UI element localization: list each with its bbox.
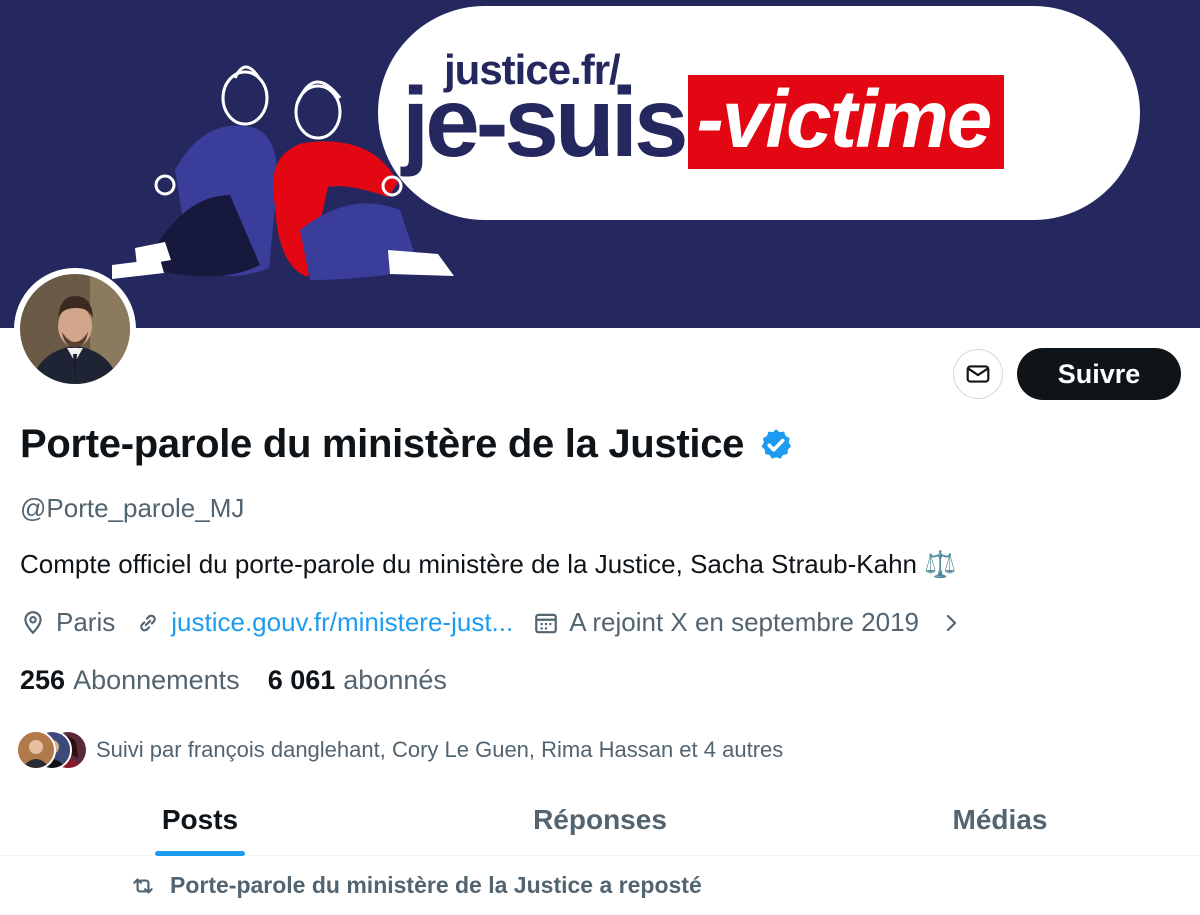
repost-icon [133,877,153,894]
message-button[interactable] [953,349,1003,399]
joined-text: A rejoint X en septembre 2019 [569,607,919,637]
website-link[interactable]: justice.gouv.fr/ministere-just... [171,607,513,638]
followers-label: abonnés [343,665,447,695]
tab-media-label: Médias [952,804,1048,835]
tab-posts-label: Posts [161,804,239,835]
followed-by-text: Suivi par françois danglehant, Cory Le G… [96,737,784,762]
banner-slogan-part2: -victime [688,75,1005,169]
mini-avatar [16,730,56,770]
profile-banner[interactable]: justice.fr/ je-suis -victime [0,0,1200,328]
repost-notice[interactable]: Porte-parole du ministère de la Justice … [130,872,702,899]
follow-button[interactable]: Suivre [1017,348,1181,400]
location-text: Paris [56,607,116,637]
envelope-icon [966,365,990,383]
website-item[interactable]: justice.gouv.fr/ministere-just... [135,607,513,638]
joined-item: A rejoint X en septembre 2019 [533,607,919,638]
banner-slogan-part1: je-suis [402,67,688,177]
followers-count: 6 061 [267,665,336,695]
chevron-right-icon[interactable] [939,611,963,635]
calendar-icon [535,613,558,633]
profile-avatar[interactable] [14,268,136,390]
location-item: Paris [20,607,115,638]
followed-by-avatars [16,730,90,770]
tab-replies-label: Réponses [533,804,667,835]
tab-media[interactable]: Médias [800,790,1200,855]
followers-stat[interactable]: 6 061 abonnés [268,665,447,696]
repost-text: Porte-parole du ministère de la Justice … [170,872,702,898]
name-row: Porte-parole du ministère de la Justice [20,422,794,467]
banner-slogan: je-suis -victime [402,62,1005,182]
profile-meta-row: Paris justice.gouv.fr/ministere-just... … [20,607,963,638]
profile-handle: @Porte_parole_MJ [20,493,245,523]
display-name: Porte-parole du ministère de la Justice [20,422,745,466]
profile-bio: Compte officiel du porte-parole du minis… [20,549,957,579]
tab-posts[interactable]: Posts [0,790,400,856]
location-pin-icon [24,610,42,634]
tab-replies[interactable]: Réponses [400,790,800,855]
avatar-photo [20,274,130,384]
link-icon [140,614,157,631]
following-stat[interactable]: 256 Abonnements [20,665,240,696]
following-label: Abonnements [73,665,240,695]
following-count: 256 [20,665,66,695]
active-tab-indicator [155,851,245,856]
follow-stats: 256 Abonnements 6 061 abonnés [20,665,475,696]
profile-tabs: Posts Réponses Médias [0,790,1200,856]
verified-badge-icon[interactable] [758,427,794,463]
followed-by-row[interactable]: Suivi par françois danglehant, Cory Le G… [16,730,783,770]
